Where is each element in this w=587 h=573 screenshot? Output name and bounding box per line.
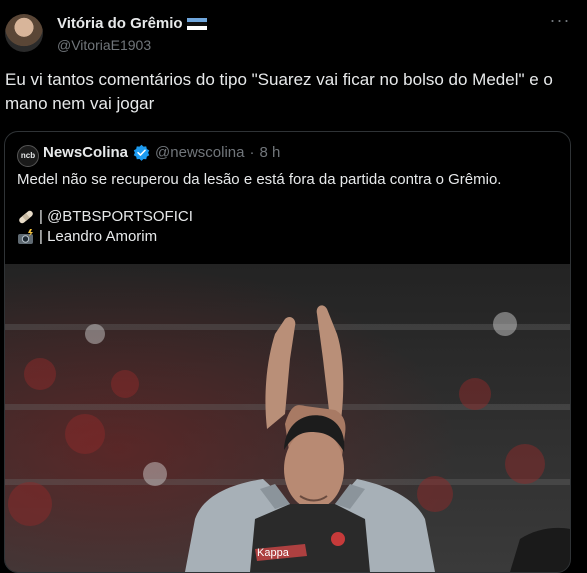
- bandage-icon: [19, 210, 33, 223]
- quote-photo[interactable]: Kappa: [5, 264, 570, 572]
- author-display-name[interactable]: Vitória do Grêmio: [57, 15, 183, 32]
- photographer-credit: | Leandro Amorim: [39, 228, 158, 245]
- quote-timestamp[interactable]: 8 h: [259, 144, 280, 161]
- flag-icon: [186, 17, 207, 30]
- credit-line-2: | Leandro Amorim: [17, 228, 157, 245]
- author-handle[interactable]: @VitoriaE1903: [57, 37, 151, 53]
- player-photo: Kappa: [5, 264, 570, 572]
- quote-separator: ·: [249, 144, 255, 161]
- quote-avatar[interactable]: ncb: [17, 145, 39, 167]
- credit-line-1: | @BTBSPORTSOFICI: [17, 208, 193, 225]
- author-name-row: Vitória do Grêmio: [57, 15, 207, 32]
- verified-icon: [133, 144, 150, 161]
- more-icon: ···: [549, 10, 571, 30]
- quote-text: Medel não se recuperou da lesão e está f…: [17, 171, 502, 188]
- avatar[interactable]: [5, 14, 43, 52]
- quote-author-handle[interactable]: @newscolina: [155, 144, 244, 161]
- photo-credit-handle: | @BTBSPORTSOFICI: [39, 208, 193, 225]
- kit-brand-text: Kappa: [257, 547, 290, 559]
- camera-flash-icon: [18, 228, 33, 244]
- quote-name-row: NewsColina @newscolina · 8 h: [43, 144, 280, 161]
- quote-author-name[interactable]: NewsColina: [43, 144, 128, 161]
- tweet-text: Eu vi tantos comentários do tipo "Suarez…: [5, 70, 553, 113]
- more-button[interactable]: ···: [548, 11, 572, 34]
- quote-tweet-card[interactable]: ncb NewsColina @newscolina · 8 h Medel n…: [4, 131, 571, 573]
- tweet: Vitória do Grêmio @VitoriaE1903 ··· Eu v…: [0, 0, 587, 573]
